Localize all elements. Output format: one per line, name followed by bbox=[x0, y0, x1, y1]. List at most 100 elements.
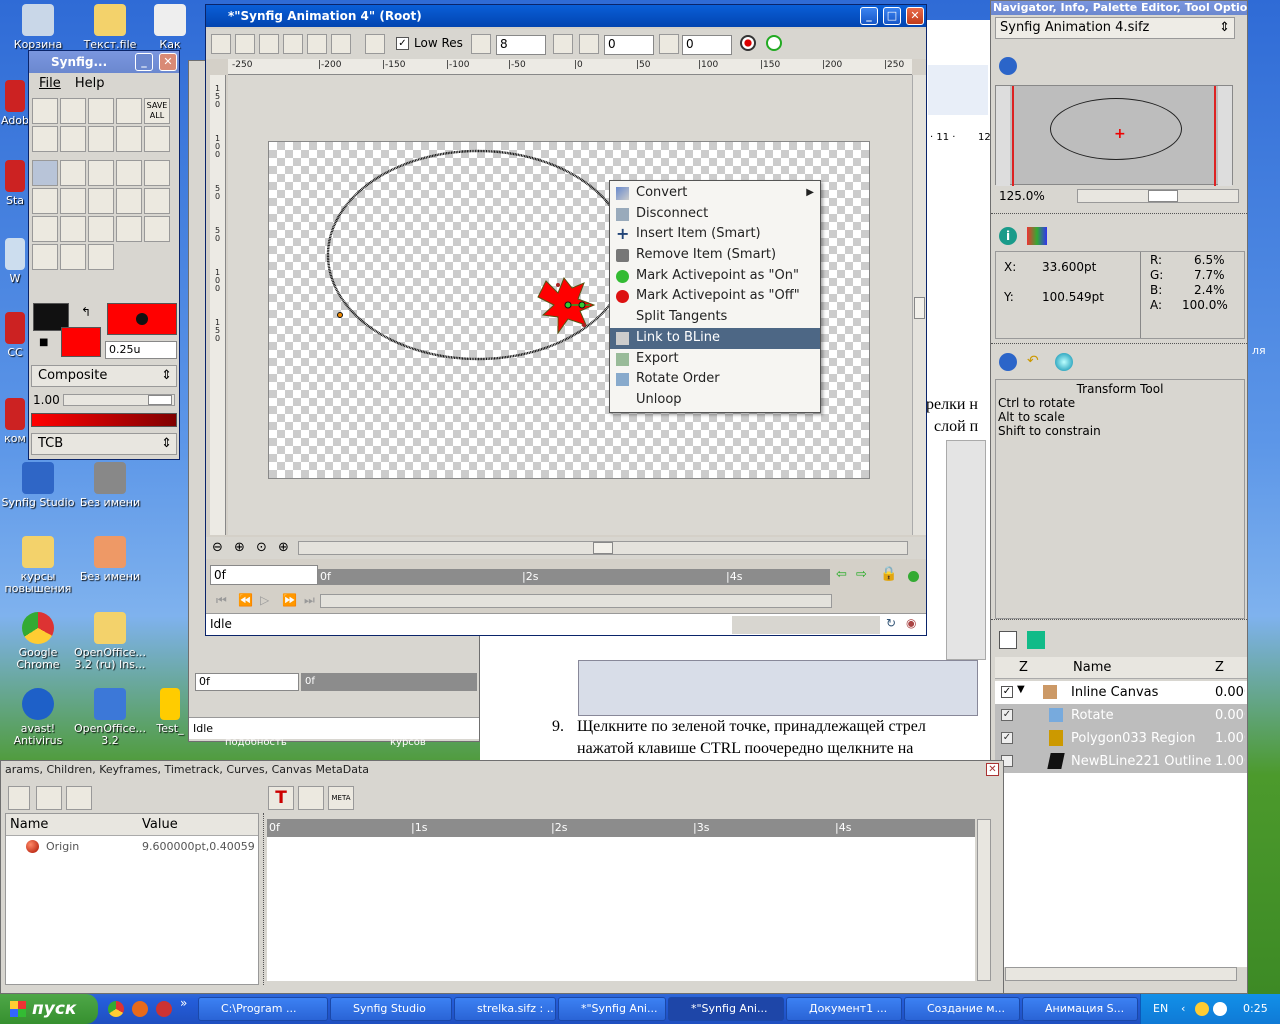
pixel-size-field[interactable]: 8 bbox=[496, 35, 546, 55]
close-button[interactable]: ✕ bbox=[906, 7, 924, 25]
tray-app-icon[interactable] bbox=[1195, 1002, 1209, 1016]
bg-timebar[interactable]: 0f bbox=[301, 673, 477, 691]
rectangle-tool-icon[interactable] bbox=[60, 188, 86, 214]
refresh-icon[interactable]: ↻ bbox=[886, 616, 896, 630]
keyframes-tab-icon[interactable] bbox=[66, 786, 92, 810]
circle-tool-icon[interactable] bbox=[32, 188, 58, 214]
menu-item-convert[interactable]: Convert ▶ bbox=[610, 183, 820, 204]
param-row[interactable]: Origin 9.600000pt,0.40059 bbox=[6, 836, 258, 858]
transform-tool-icon[interactable] bbox=[32, 160, 58, 186]
frame-field[interactable]: 0f bbox=[210, 565, 318, 585]
timetrack-ruler[interactable]: 0f |1s |2s |3s |4s bbox=[267, 819, 975, 837]
gradient-swatch[interactable] bbox=[107, 303, 177, 335]
expand-quicklaunch-icon[interactable]: » bbox=[180, 996, 187, 1010]
clock[interactable]: 0:25 bbox=[1243, 994, 1268, 1024]
cutout-tool-icon[interactable] bbox=[116, 216, 142, 242]
recycle-bin-icon[interactable]: Корзина bbox=[0, 4, 76, 51]
ellipse-outline[interactable] bbox=[326, 149, 630, 361]
setup-icon[interactable] bbox=[88, 126, 114, 152]
doc-icon[interactable]: Как bbox=[150, 4, 190, 51]
column-name[interactable]: Name bbox=[1073, 660, 1111, 675]
slider-thumb[interactable] bbox=[1148, 190, 1178, 202]
opacity-slider[interactable] bbox=[63, 394, 175, 406]
menu-item-export[interactable]: Export bbox=[610, 349, 820, 370]
smooth-move-tool-icon[interactable] bbox=[60, 160, 86, 186]
param-value[interactable]: 9.600000pt,0.40059 bbox=[142, 840, 258, 853]
seek-begin-icon[interactable]: ⏮ bbox=[216, 593, 227, 608]
column-value[interactable]: Value bbox=[142, 817, 178, 832]
palette-icon[interactable] bbox=[1027, 227, 1047, 245]
width-field[interactable]: 0.25u bbox=[105, 341, 177, 359]
synfig-studio-icon[interactable]: Synfig Studio bbox=[0, 462, 76, 509]
adobe-icon[interactable]: Adob bbox=[0, 80, 30, 127]
fill-color-swatch[interactable] bbox=[61, 327, 101, 357]
vertex-handle[interactable] bbox=[556, 283, 560, 287]
zoom-icon[interactable] bbox=[365, 34, 385, 54]
avast-icon[interactable]: avast! Antivirus bbox=[0, 688, 76, 747]
slider-thumb[interactable] bbox=[148, 395, 172, 405]
metadata-tab-icon[interactable]: META bbox=[328, 786, 354, 810]
play-icon[interactable]: ▷ bbox=[260, 593, 269, 607]
timetrack-tab-icon[interactable]: T bbox=[268, 786, 294, 810]
quality-icon[interactable] bbox=[471, 34, 491, 54]
maximize-button[interactable]: □ bbox=[883, 7, 901, 25]
scroll-thumb[interactable] bbox=[593, 542, 613, 554]
close-icon[interactable]: ✕ bbox=[986, 763, 999, 776]
orange-handle[interactable] bbox=[337, 312, 343, 318]
curves-tab-icon[interactable] bbox=[298, 786, 324, 810]
chrome-icon[interactable]: Google Chrome bbox=[0, 612, 76, 671]
show-grid-icon[interactable] bbox=[553, 34, 573, 54]
folder-icon[interactable]: OpenOffice... 3.2 (ru) Ins... bbox=[72, 612, 148, 671]
layer-checkbox[interactable]: ✓ bbox=[1001, 686, 1013, 698]
seek-end-icon[interactable]: ⏭ bbox=[304, 593, 315, 608]
canvas-window-titlebar[interactable]: *"Synfig Animation 4" (Root) _ □ ✕ bbox=[206, 5, 926, 27]
redo-icon[interactable] bbox=[60, 126, 86, 152]
scroll-thumb[interactable] bbox=[914, 297, 925, 319]
folder-icon[interactable]: курсы повышения bbox=[0, 536, 76, 595]
prev-keyframe-icon[interactable]: ⇦ bbox=[836, 567, 847, 582]
zoom-in-icon[interactable]: ⊕ bbox=[234, 540, 245, 555]
new-file-icon[interactable] bbox=[32, 98, 58, 124]
animation-mode-icon[interactable] bbox=[908, 571, 919, 582]
timetrack-area[interactable] bbox=[267, 837, 975, 981]
minimize-button[interactable]: _ bbox=[860, 7, 878, 25]
tray-arrow-icon[interactable]: ‹ bbox=[1181, 994, 1185, 1024]
menu-item-mark-on[interactable]: Mark Activepoint as "On" bbox=[610, 266, 820, 287]
zoom-slider[interactable] bbox=[1077, 189, 1239, 203]
eyedrop-tool-icon[interactable] bbox=[144, 216, 170, 242]
time-slider[interactable] bbox=[320, 594, 832, 608]
taskbar-item[interactable]: strelka.sifz : ... bbox=[454, 997, 556, 1021]
openoffice-icon[interactable]: OpenOffice... 3.2 bbox=[72, 688, 148, 747]
seek-prev-icon[interactable]: ⏪ bbox=[238, 593, 253, 607]
app-icon[interactable]: ком bbox=[0, 398, 30, 445]
bg-frame-field[interactable]: 0f bbox=[195, 673, 299, 691]
zoom-fit-icon[interactable]: ⊙ bbox=[256, 540, 267, 555]
menu-help[interactable]: Help bbox=[75, 76, 105, 91]
low-res-checkbox[interactable]: ✓ bbox=[396, 37, 409, 50]
timetrack-vscroll[interactable] bbox=[977, 819, 991, 981]
start-button[interactable]: пуск bbox=[0, 994, 98, 1024]
taskbar-item[interactable]: Создание м... bbox=[904, 997, 1020, 1021]
draw-tool-icon[interactable] bbox=[88, 216, 114, 242]
onion-field[interactable]: 0 bbox=[682, 35, 732, 55]
params-tab-icon[interactable] bbox=[8, 786, 30, 810]
canvas-browser-icon[interactable] bbox=[1027, 631, 1045, 649]
scale-tool-icon[interactable] bbox=[88, 160, 114, 186]
next-keyframe-icon[interactable]: ⇨ bbox=[856, 567, 867, 582]
app-icon[interactable]: W bbox=[0, 238, 30, 285]
bone-icon[interactable] bbox=[235, 34, 255, 54]
open-file-icon[interactable] bbox=[60, 98, 86, 124]
navigator-preview[interactable]: + bbox=[995, 85, 1233, 186]
reset-colors-icon[interactable]: ■ bbox=[39, 337, 48, 348]
taskbar-item[interactable]: Документ1 ... bbox=[786, 997, 902, 1021]
layers-hscroll[interactable] bbox=[1005, 967, 1237, 981]
right-panel-titlebar[interactable]: Navigator, Info, Palette Editor, Tool Op… bbox=[991, 1, 1247, 15]
image-file-icon[interactable]: Без имени bbox=[72, 536, 148, 583]
seek-next-icon[interactable]: ⏩ bbox=[282, 593, 297, 607]
lock-icon[interactable]: 🔒 bbox=[880, 566, 897, 582]
layer-row[interactable]: ✓ Rotate 0.000 bbox=[995, 704, 1247, 727]
snap-grid-icon[interactable] bbox=[579, 34, 599, 54]
taskbar-item[interactable]: Анимация S... bbox=[1022, 997, 1138, 1021]
grid-field[interactable]: 0 bbox=[604, 35, 654, 55]
undo-icon[interactable] bbox=[32, 126, 58, 152]
